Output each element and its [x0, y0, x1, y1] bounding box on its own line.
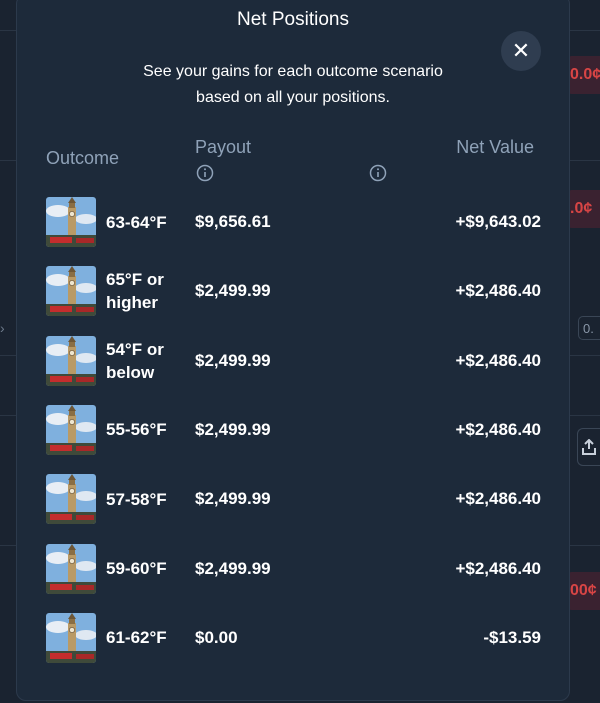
share-icon[interactable] — [577, 428, 600, 466]
column-header-outcome: Outcome — [46, 148, 120, 168]
outcome-label: 65°F or higher — [106, 261, 186, 321]
payout-value: $2,499.99 — [195, 558, 271, 578]
big-ben-thumbnail — [46, 335, 96, 386]
outcome-label: 55-56°F — [106, 400, 186, 460]
table-row: 65°F or higher $2,499.99 +$2,486.40 — [17, 261, 569, 321]
payout-value: $2,499.99 — [195, 350, 271, 370]
subtitle-line: based on all your positions. — [196, 89, 390, 106]
info-icon[interactable] — [369, 164, 387, 182]
modal-title: Net Positions — [237, 9, 349, 30]
payout-value: $2,499.99 — [195, 419, 271, 439]
net-value: -$13.59 — [483, 627, 541, 647]
big-ben-thumbnail — [46, 197, 96, 247]
net-value: +$2,486.40 — [455, 350, 541, 370]
table-row: 63-64°F $9,656.61 +$9,643.02 — [17, 192, 569, 252]
outcome-label-line: 59-60°F — [106, 559, 167, 578]
table-row: 59-60°F $2,499.99 +$2,486.40 — [17, 539, 569, 599]
table-row: 57-58°F $2,499.99 +$2,486.40 — [17, 469, 569, 529]
payout-value: $0.00 — [195, 627, 238, 647]
big-ben-thumbnail — [46, 266, 96, 317]
info-icon[interactable] — [196, 164, 214, 182]
background-price-chip[interactable]: 0.0¢ — [566, 56, 600, 94]
net-value: +$9,643.02 — [455, 212, 541, 231]
net-value: +$2,486.40 — [455, 489, 541, 509]
big-ben-thumbnail — [46, 612, 96, 663]
big-ben-thumbnail — [46, 543, 96, 594]
net-value: +$2,486.40 — [455, 281, 541, 301]
outcome-label: 54°F or below — [106, 331, 186, 391]
table-row: 55-56°F $2,499.99 +$2,486.40 — [17, 400, 569, 460]
outcome-label-line: 63-64°F — [106, 212, 167, 232]
background-chevron-icon: › — [0, 320, 5, 336]
outcome-label-line: 54°F or — [106, 339, 164, 359]
modal-subtitle: See your gains for each outcome scenario… — [17, 59, 569, 111]
background-price-chip[interactable]: 00¢ — [566, 572, 600, 610]
column-header-payout: Payout — [195, 137, 252, 157]
column-header-net-value: Net Value — [456, 137, 534, 157]
outcome-label-line: 61-62°F — [106, 628, 167, 648]
payout-value: $2,499.99 — [195, 281, 271, 301]
outcome-label: 59-60°F — [106, 539, 186, 599]
net-value: +$2,486.40 — [455, 419, 541, 439]
net-positions-modal: Net Positions ✕ See your gains for each … — [16, 0, 570, 701]
outcome-label-line: 55-56°F — [106, 420, 167, 440]
big-ben-thumbnail — [46, 404, 96, 455]
net-value: +$2,486.40 — [455, 558, 541, 578]
table-row: 54°F or below $2,499.99 +$2,486.40 — [17, 331, 569, 391]
outcome-label-line: higher — [106, 293, 158, 313]
outcome-label-line: below — [106, 362, 155, 382]
outcome-label: 63-64°F — [106, 192, 186, 252]
background-price-chip[interactable]: .0¢ — [566, 190, 600, 228]
outcome-label-line: 57-58°F — [106, 489, 167, 509]
table-row: 61-62°F $0.00 -$13.59 — [17, 608, 569, 668]
outcome-label: 57-58°F — [106, 469, 186, 529]
payout-value: $2,499.99 — [195, 489, 271, 509]
outcome-label-line: 65°F or — [106, 270, 164, 290]
background-value-box: 0. — [578, 316, 600, 340]
outcome-label: 61-62°F — [106, 608, 186, 668]
payout-value: $9,656.61 — [195, 212, 271, 231]
big-ben-thumbnail — [46, 474, 96, 525]
subtitle-line: See your gains for each outcome scenario — [143, 63, 443, 80]
